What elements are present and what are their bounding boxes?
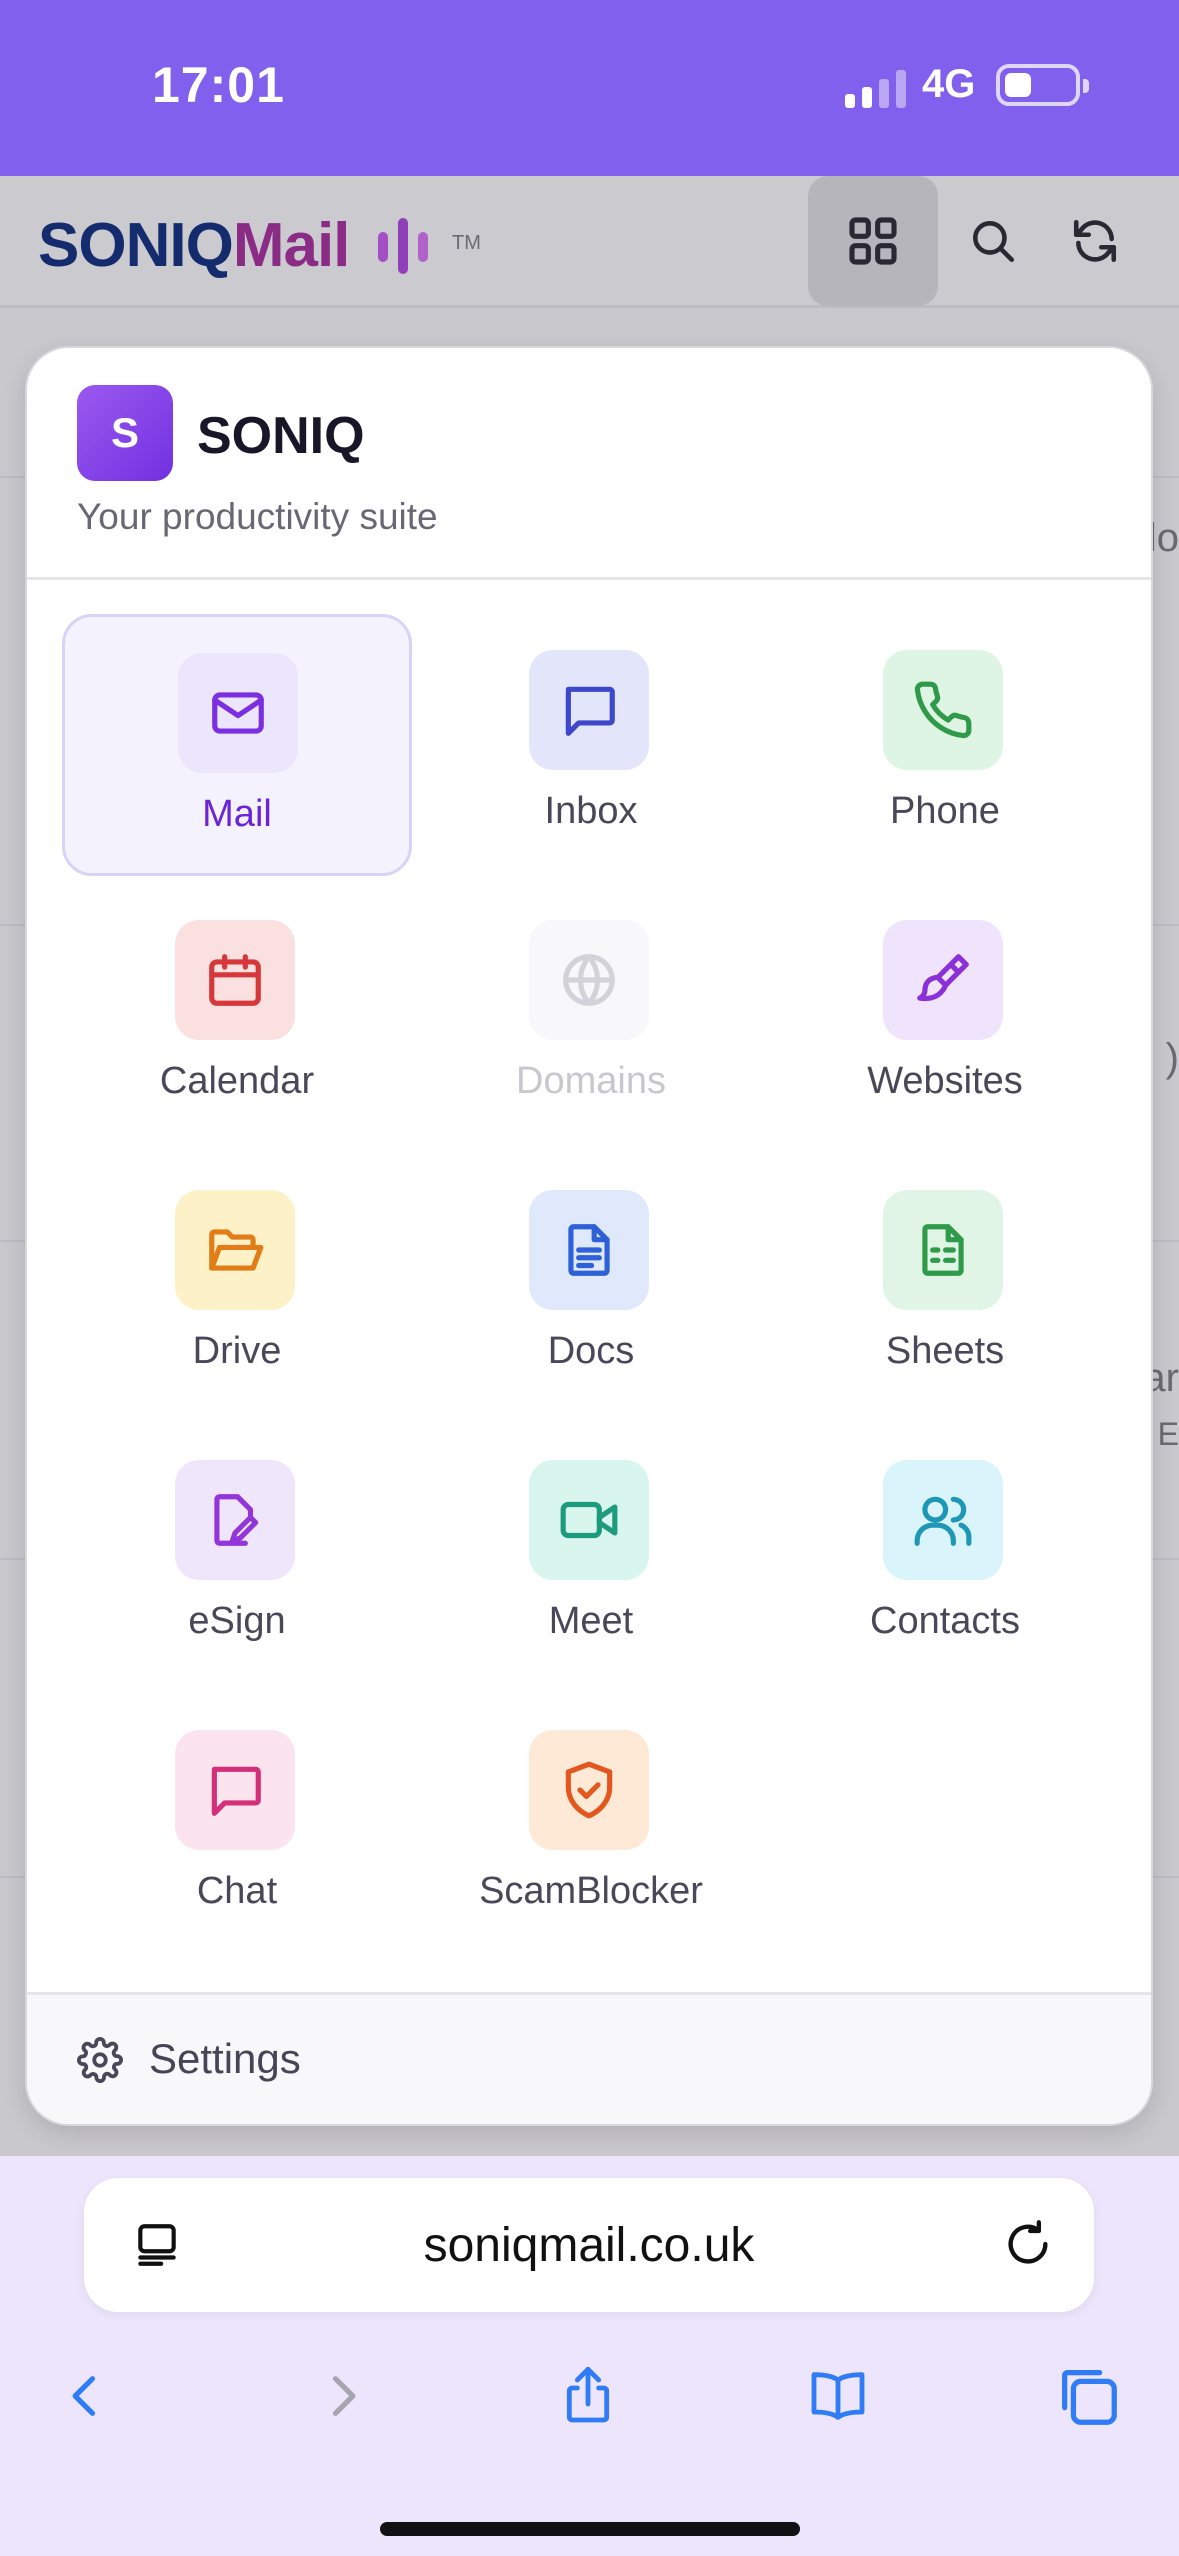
book-icon xyxy=(811,2372,865,2420)
app-label: Sheets xyxy=(885,1330,1005,1372)
grid-icon xyxy=(849,217,897,265)
app-tile-docs[interactable]: Docs xyxy=(416,1154,766,1416)
app-tile-websites[interactable]: Websites xyxy=(770,884,1120,1146)
chevron-left-icon xyxy=(72,2376,96,2416)
app-label: eSign xyxy=(188,1600,286,1642)
app-label: Contacts xyxy=(870,1600,1020,1642)
app-tile-inbox[interactable]: Inbox xyxy=(416,614,766,876)
browser-toolbar: soniqmail.co.uk xyxy=(0,2156,1179,2556)
app-header: SONIQMail TM xyxy=(0,176,1179,308)
back-button[interactable] xyxy=(46,2356,126,2436)
document-icon xyxy=(529,1190,649,1310)
users-icon xyxy=(883,1460,1003,1580)
app-label: Calendar xyxy=(159,1060,315,1102)
app-label: Domains xyxy=(516,1060,666,1102)
chevron-right-icon xyxy=(332,2376,356,2416)
app-label: ScamBlocker xyxy=(479,1870,703,1912)
settings-row[interactable]: Settings xyxy=(27,1992,1151,2124)
app-label: Phone xyxy=(890,790,1000,832)
app-label: Docs xyxy=(547,1330,635,1372)
address-bar[interactable]: soniqmail.co.uk xyxy=(84,2178,1094,2312)
search-icon xyxy=(973,221,1015,263)
refresh-button[interactable] xyxy=(1030,176,1160,306)
share-button[interactable] xyxy=(548,2356,628,2436)
app-label: Meet xyxy=(548,1600,634,1642)
app-label: Chat xyxy=(196,1870,278,1912)
video-icon xyxy=(529,1460,649,1580)
bookmarks-button[interactable] xyxy=(798,2356,878,2436)
brand-name: SONIQ xyxy=(197,407,365,465)
app-switcher-button[interactable] xyxy=(808,176,938,306)
cellular-signal-icon xyxy=(845,70,906,108)
app-tile-calendar[interactable]: Calendar xyxy=(62,884,412,1146)
phone-icon xyxy=(883,650,1003,770)
app-tile-mail[interactable]: Mail xyxy=(62,614,412,876)
app-label: Inbox xyxy=(544,790,638,832)
panel-header: S SONIQ Your productivity suite xyxy=(27,348,1151,580)
brand-avatar: S xyxy=(77,385,173,481)
tabs-icon xyxy=(1062,2370,1117,2425)
trademark-label: TM xyxy=(452,232,481,254)
app-tile-phone[interactable]: Phone xyxy=(770,614,1120,876)
settings-label: Settings xyxy=(149,2035,301,2082)
file-signature-icon xyxy=(175,1460,295,1580)
share-icon xyxy=(566,2366,610,2423)
app-tile-domains: Domains xyxy=(416,884,766,1146)
soundwave-logo-icon xyxy=(378,218,428,274)
status-bar: 17:01 4G xyxy=(0,0,1179,176)
battery-icon xyxy=(996,64,1089,106)
app-switcher-panel: S SONIQ Your productivity suite Mail Inb… xyxy=(25,346,1153,2126)
mail-icon xyxy=(178,653,298,773)
app-label: Mail xyxy=(202,793,272,835)
app-tile-drive[interactable]: Drive xyxy=(62,1154,412,1416)
app-tile-meet[interactable]: Meet xyxy=(416,1424,766,1686)
app-label: Drive xyxy=(192,1330,282,1372)
background-text: ) xyxy=(1165,1036,1179,1080)
forward-button[interactable] xyxy=(302,2356,382,2436)
brand-subtitle: Your productivity suite xyxy=(77,496,438,537)
shield-check-icon xyxy=(529,1730,649,1850)
tabs-button[interactable] xyxy=(1048,2356,1128,2436)
status-time: 17:01 xyxy=(152,57,285,113)
gear-icon xyxy=(77,2037,123,2083)
folder-open-icon xyxy=(175,1190,295,1310)
soniqmail-logo[interactable]: SONIQMail xyxy=(38,210,350,281)
calendar-icon xyxy=(175,920,295,1040)
paintbrush-icon xyxy=(883,920,1003,1040)
message-square-icon xyxy=(529,650,649,770)
reload-icon[interactable] xyxy=(1002,2218,1054,2270)
app-tile-contacts[interactable]: Contacts xyxy=(770,1424,1120,1686)
app-tile-esign[interactable]: eSign xyxy=(62,1424,412,1686)
chat-icon xyxy=(175,1730,295,1850)
spreadsheet-icon xyxy=(883,1190,1003,1310)
url-text: soniqmail.co.uk xyxy=(423,2219,755,2272)
app-tile-chat[interactable]: Chat xyxy=(62,1694,412,1956)
refresh-icon xyxy=(1073,219,1117,263)
app-tile-sheets[interactable]: Sheets xyxy=(770,1154,1120,1416)
home-indicator xyxy=(380,2522,800,2536)
app-tile-scamblocker[interactable]: ScamBlocker xyxy=(416,1694,766,1956)
app-label: Websites xyxy=(867,1060,1023,1102)
globe-icon xyxy=(529,920,649,1040)
network-type: 4G xyxy=(922,62,976,106)
